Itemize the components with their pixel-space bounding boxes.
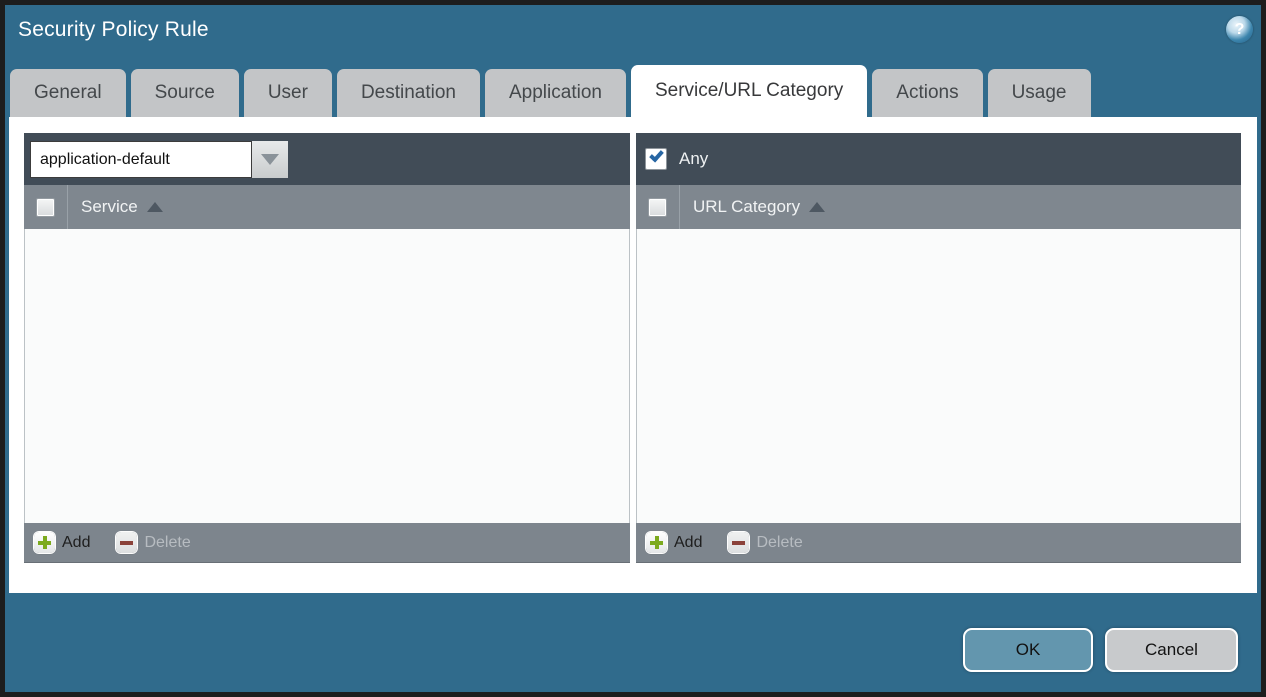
security-policy-rule-dialog: Security Policy Rule ? General Source Us… (0, 0, 1266, 697)
select-all-services-checkbox[interactable] (36, 198, 55, 217)
tab-usage[interactable]: Usage (988, 69, 1091, 117)
service-type-dropdown[interactable]: application-default (30, 141, 288, 178)
sort-ascending-icon[interactable] (809, 202, 825, 212)
minus-icon (116, 532, 137, 553)
url-category-table-body[interactable] (636, 229, 1241, 523)
tab-general[interactable]: General (10, 69, 126, 117)
any-checkbox-label: Any (679, 149, 708, 169)
service-type-dropdown-value[interactable]: application-default (30, 141, 252, 178)
tab-bar: General Source User Destination Applicat… (10, 69, 1091, 117)
url-category-table-footer: Add Delete (636, 523, 1241, 563)
delete-url-category-button[interactable]: Delete (728, 532, 802, 553)
cancel-button[interactable]: Cancel (1105, 628, 1238, 672)
tab-actions[interactable]: Actions (872, 69, 982, 117)
select-all-url-categories-checkbox[interactable] (648, 198, 667, 217)
any-checkbox-row[interactable]: Any (645, 148, 708, 170)
url-category-panel: Any URL Category Add Delete (636, 133, 1241, 563)
help-glyph: ? (1235, 21, 1245, 39)
add-url-category-button[interactable]: Add (646, 532, 702, 553)
service-panel: application-default Service Add (24, 133, 630, 563)
plus-icon (646, 532, 667, 553)
url-category-panel-toolbar: Any (636, 133, 1241, 185)
service-table-body[interactable] (24, 229, 630, 523)
chevron-down-icon[interactable] (252, 141, 288, 178)
tab-content-area: application-default Service Add (9, 117, 1257, 593)
tab-service-url-category[interactable]: Service/URL Category (631, 65, 867, 117)
tab-destination[interactable]: Destination (337, 69, 480, 117)
ok-button[interactable]: OK (963, 628, 1093, 672)
service-table-header: Service (24, 185, 630, 229)
tab-source[interactable]: Source (131, 69, 239, 117)
tab-user[interactable]: User (244, 69, 332, 117)
service-table-footer: Add Delete (24, 523, 630, 563)
url-category-table-header: URL Category (636, 185, 1241, 229)
delete-service-button[interactable]: Delete (116, 532, 190, 553)
any-checkbox[interactable] (645, 148, 667, 170)
checkmark-icon (649, 147, 664, 162)
dialog-title: Security Policy Rule (18, 18, 209, 42)
service-column-header[interactable]: Service (81, 197, 138, 217)
service-panel-toolbar: application-default (24, 133, 630, 185)
plus-icon (34, 532, 55, 553)
add-service-button[interactable]: Add (34, 532, 90, 553)
help-icon[interactable]: ? (1226, 16, 1253, 43)
sort-ascending-icon[interactable] (147, 202, 163, 212)
minus-icon (728, 532, 749, 553)
url-category-column-header[interactable]: URL Category (693, 197, 800, 217)
tab-application[interactable]: Application (485, 69, 626, 117)
